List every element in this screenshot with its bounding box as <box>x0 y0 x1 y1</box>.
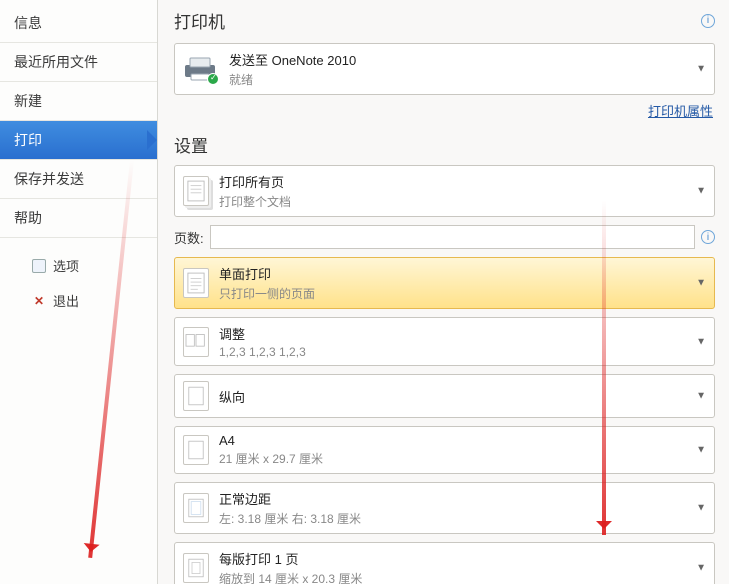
print-range-title: 打印所有页 <box>219 172 291 191</box>
printer-icon <box>183 56 217 82</box>
single-side-icon <box>183 268 209 298</box>
print-range-selector[interactable]: 打印所有页 打印整个文档 ▼ <box>174 165 715 217</box>
chevron-down-icon: ▼ <box>696 503 706 514</box>
sidebar-item-info[interactable]: 信息 <box>0 4 157 43</box>
sidebar-item-print[interactable]: 打印 <box>0 121 157 160</box>
printer-properties-link[interactable]: 打印机属性 <box>648 104 713 119</box>
paper-size-icon <box>183 435 209 465</box>
chevron-down-icon: ▼ <box>696 391 706 402</box>
margins-icon <box>183 493 209 523</box>
collate-title: 调整 <box>219 324 306 343</box>
printer-status-ok-icon <box>207 73 219 85</box>
sidebar-item-help[interactable]: 帮助 <box>0 199 157 238</box>
sidebar-item-save-send[interactable]: 保存并发送 <box>0 160 157 199</box>
pages-per-sheet-title: 每版打印 1 页 <box>219 549 362 568</box>
pages-info-icon[interactable]: i <box>701 230 715 244</box>
pages-per-sheet-selector[interactable]: 每版打印 1 页 缩放到 14 厘米 x 20.3 厘米 ▼ <box>174 542 715 584</box>
orientation-title: 纵向 <box>219 387 245 406</box>
printer-heading: 打印机 <box>174 8 225 33</box>
printer-status: 就绪 <box>229 71 356 88</box>
print-range-sub: 打印整个文档 <box>219 193 291 210</box>
chevron-down-icon: ▼ <box>696 336 706 347</box>
sidebar-exit-label: 退出 <box>53 291 79 310</box>
printer-selector[interactable]: 发送至 OneNote 2010 就绪 ▼ <box>174 43 715 95</box>
backstage-sidebar: 信息 最近所用文件 新建 打印 保存并发送 帮助 选项 ✕ 退出 <box>0 0 158 584</box>
chevron-down-icon: ▼ <box>696 64 706 75</box>
sidebar-options-label: 选项 <box>53 256 79 275</box>
portrait-icon <box>183 381 209 411</box>
chevron-down-icon: ▼ <box>696 186 706 197</box>
settings-heading: 设置 <box>174 132 208 157</box>
pages-per-sheet-sub: 缩放到 14 厘米 x 20.3 厘米 <box>219 570 362 584</box>
print-settings-panel: 打印机 i 发送至 OneNote 2010 就绪 ▼ 打印机属性 <box>158 0 729 584</box>
margins-selector[interactable]: 正常边距 左: 3.18 厘米 右: 3.18 厘米 ▼ <box>174 482 715 534</box>
print-sides-sub: 只打印一侧的页面 <box>219 285 315 302</box>
sidebar-item-recent[interactable]: 最近所用文件 <box>0 43 157 82</box>
printer-info-icon[interactable]: i <box>701 14 715 28</box>
pages-per-sheet-icon <box>183 553 209 583</box>
print-sides-title: 单面打印 <box>219 264 315 283</box>
collate-icon <box>183 327 209 357</box>
pages-stack-icon <box>183 176 209 206</box>
sidebar-options[interactable]: 选项 <box>0 248 157 283</box>
collate-selector[interactable]: 调整 1,2,3 1,2,3 1,2,3 ▼ <box>174 317 715 366</box>
exit-icon: ✕ <box>32 294 46 308</box>
chevron-down-icon: ▼ <box>696 563 706 574</box>
printer-name: 发送至 OneNote 2010 <box>229 50 356 69</box>
margins-title: 正常边距 <box>219 489 361 508</box>
paper-size-selector[interactable]: A4 21 厘米 x 29.7 厘米 ▼ <box>174 426 715 474</box>
options-icon <box>32 259 46 273</box>
pages-label: 页数: <box>174 228 204 247</box>
paper-size-title: A4 <box>219 433 323 448</box>
chevron-down-icon: ▼ <box>696 278 706 289</box>
orientation-selector[interactable]: 纵向 ▼ <box>174 374 715 418</box>
margins-sub: 左: 3.18 厘米 右: 3.18 厘米 <box>219 510 361 527</box>
sidebar-item-new[interactable]: 新建 <box>0 82 157 121</box>
annotation-arrow-right <box>602 200 606 535</box>
pages-input[interactable] <box>210 225 695 249</box>
print-sides-selector[interactable]: 单面打印 只打印一侧的页面 ▼ <box>174 257 715 309</box>
sidebar-exit[interactable]: ✕ 退出 <box>0 283 157 318</box>
paper-size-sub: 21 厘米 x 29.7 厘米 <box>219 450 323 467</box>
chevron-down-icon: ▼ <box>696 445 706 456</box>
collate-sub: 1,2,3 1,2,3 1,2,3 <box>219 345 306 359</box>
